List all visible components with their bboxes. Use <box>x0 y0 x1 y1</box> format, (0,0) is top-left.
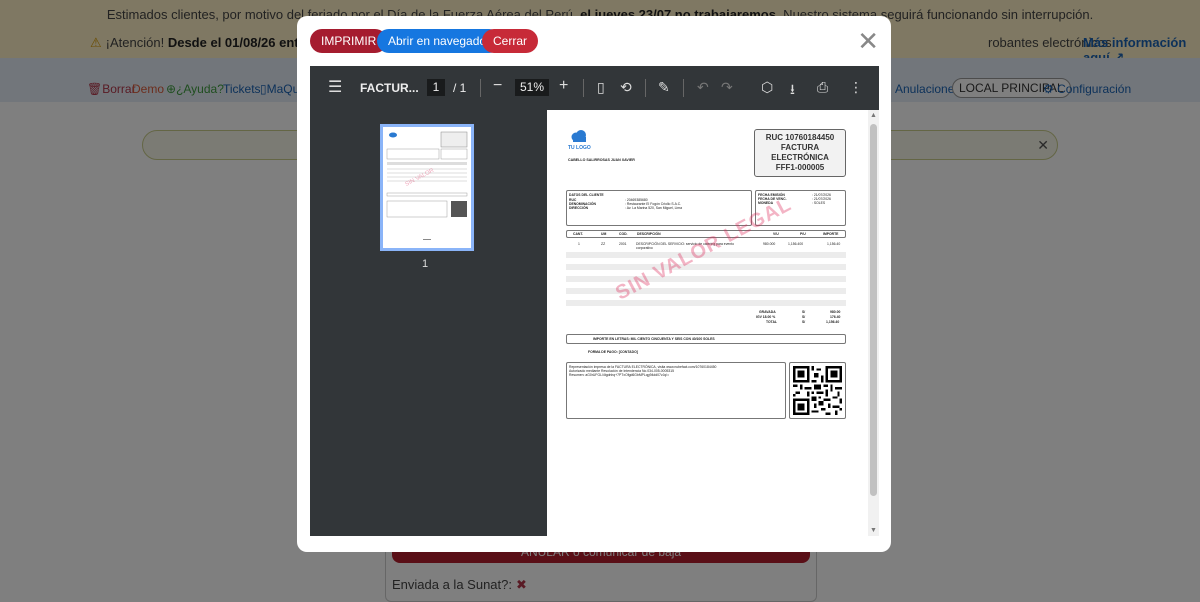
close-icon[interactable]: ✕ <box>857 28 879 54</box>
page-scrollbar[interactable]: ▲ ▼ <box>868 110 879 536</box>
total-value: 176.40 <box>830 315 841 319</box>
column-header: DESCRIPCIÓN <box>637 232 661 236</box>
client-value: : Av. La Marina 520, San Miguel, Lima <box>625 206 682 210</box>
fit-page-icon[interactable]: ▯ <box>597 79 605 96</box>
thumbnail-preview: SIN VALOR <box>383 127 471 248</box>
thumbnail-page-number: 1 <box>422 258 429 270</box>
column-header: COD. <box>619 232 628 236</box>
ruc-number: RUC 10760184450 <box>765 133 835 142</box>
cell-cod: 2001 <box>619 242 627 246</box>
cell-vu: 980.000 <box>763 242 776 246</box>
zoom-level[interactable]: 51% <box>515 79 549 96</box>
column-header: UM <box>601 232 607 236</box>
column-header: IMPORTE <box>823 232 839 236</box>
representation-box: Representación impresa de la FACTURA ELE… <box>566 362 786 419</box>
total-currency: S/ <box>802 320 806 324</box>
amount-words-text: IMPORTE EN LETRAS: MIL CIENTO CINCUENTA … <box>593 337 715 341</box>
download-icon[interactable]: ⭳ <box>790 79 795 103</box>
scrollbar-thumb[interactable] <box>870 124 877 496</box>
total-currency: S/ <box>802 310 806 314</box>
column-header: P/U <box>800 232 806 236</box>
rep-text: Resumen: aG0rUFGL/4tgdnhq+7PTxOfgd6GbMPL… <box>569 373 670 377</box>
toolbar-divider <box>683 79 684 97</box>
total-value: 1,156.40 <box>826 320 840 324</box>
cell-pu: 1,156.400 <box>788 242 804 246</box>
empty-row <box>566 288 846 294</box>
undo-icon[interactable]: ↶ <box>697 79 709 96</box>
close-button[interactable]: Cerrar <box>482 29 539 53</box>
thumbnail-sidebar: SIN VALOR 1 <box>310 110 547 536</box>
logo-text: TU LOGO <box>568 145 591 151</box>
toolbar-divider <box>645 79 646 97</box>
total-value: 980.00 <box>830 310 841 314</box>
add-drive-icon[interactable]: ⬡ <box>761 79 773 96</box>
page-thumbnail[interactable]: SIN VALOR <box>380 124 474 251</box>
date-value: : SOLES <box>812 201 826 205</box>
doc-type: FACTURA <box>780 143 820 152</box>
cell-cant: 1 <box>578 242 580 246</box>
client-box: DATOS DEL CLIENTE RUC : 20469385680 DENO… <box>566 190 752 226</box>
toolbar-divider <box>480 79 481 97</box>
qr-code-icon <box>793 366 842 415</box>
total-key: IGV 18.00 % <box>756 315 776 319</box>
cell-um: ZZ <box>601 242 606 246</box>
column-header: CANT. <box>573 232 583 236</box>
page-number-input[interactable]: 1 <box>427 79 445 96</box>
qr-code-box <box>789 362 846 419</box>
scroll-down-icon[interactable]: ▼ <box>870 527 877 534</box>
empty-row <box>566 264 846 270</box>
page-total: / 1 <box>453 81 467 95</box>
pdf-viewer: ☰ FACTUR... 1 / 1 − 51% + ▯ ⟲ ✎ ↶ ↷ ⬡ ⭳ … <box>310 66 879 536</box>
empty-row <box>566 300 846 306</box>
amount-in-words: IMPORTE EN LETRAS: MIL CIENTO CINCUENTA … <box>566 334 846 344</box>
ruc-box: RUC 10760184450 FACTURA ELECTRÓNICA FFF1… <box>754 129 846 177</box>
total-key: GRAVADA <box>759 310 776 314</box>
doc-serie: FFF1-000005 <box>775 163 825 172</box>
client-header: DATOS DEL CLIENTE <box>569 193 604 197</box>
redo-icon[interactable]: ↷ <box>721 79 733 96</box>
pdf-toolbar: ☰ FACTUR... 1 / 1 − 51% + ▯ ⟲ ✎ ↶ ↷ ⬡ ⭳ … <box>310 66 879 110</box>
doc-type-sub: ELECTRÓNICA <box>771 153 829 162</box>
cloud-logo-icon <box>571 130 586 142</box>
document-title: FACTUR... <box>360 81 419 95</box>
scroll-up-icon[interactable]: ▲ <box>870 112 877 119</box>
payment-method: FORMA DE PAGO: [CONTADO] <box>588 350 638 354</box>
printer-icon[interactable]: ⎙ <box>817 79 828 96</box>
empty-row <box>566 276 846 282</box>
pdf-page: TU LOGO CABELLO SALIRROSAS JUAN XAVIER R… <box>547 110 879 536</box>
total-key: TOTAL <box>766 320 777 324</box>
column-header: V/U <box>773 232 779 236</box>
toolbar-divider <box>583 79 584 97</box>
menu-icon[interactable]: ☰ <box>328 77 342 97</box>
zoom-out-icon[interactable]: − <box>493 77 502 95</box>
client-key: DIRECCIÓN <box>569 206 589 210</box>
more-options-icon[interactable]: ⋮ <box>849 79 863 96</box>
cell-importe: 1,156.40 <box>827 242 841 246</box>
annotate-icon[interactable]: ✎ <box>658 79 670 96</box>
print-preview-modal: IMPRIMIR Abrir en navegador Cerrar ✕ ☰ F… <box>297 16 891 552</box>
emisor-name: CABELLO SALIRROSAS JUAN XAVIER <box>568 158 635 162</box>
print-button[interactable]: IMPRIMIR <box>310 29 388 53</box>
zoom-in-icon[interactable]: + <box>559 77 568 95</box>
total-currency: S/ <box>802 315 806 319</box>
rotate-icon[interactable]: ⟲ <box>620 79 632 96</box>
